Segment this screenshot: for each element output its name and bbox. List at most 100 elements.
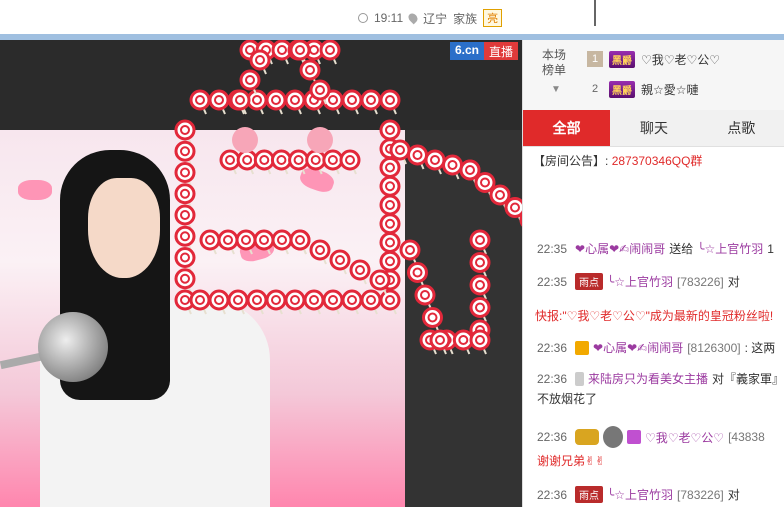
room-notice: 【房间公告】: 287370346QQ群 <box>533 152 702 169</box>
message-text: 对 <box>727 275 740 289</box>
tab-all[interactable]: 全部 <box>523 110 611 146</box>
message-user[interactable]: ╰☆上官竹羽 <box>607 486 673 503</box>
rank-board: 本场 榜单 ▼ 1 黑爵 ♡我♡老♡公♡ 2 黑爵 親☆愛☆嗹 <box>523 40 784 111</box>
rank-number: 2 <box>591 83 599 95</box>
crown-icon <box>575 429 600 445</box>
wall-bow-decoration <box>297 164 337 196</box>
message-user[interactable]: ♡我♡老♡公♡ <box>645 429 724 446</box>
lollipop-icon <box>208 89 230 115</box>
chat-message: 22:35 雨点 ╰☆上官竹羽 [783226] 对 <box>537 273 740 290</box>
message-time: 22:35 <box>537 241 568 256</box>
chat-message: 不放烟花了 <box>537 390 597 407</box>
chat-tabs: 全部 聊天 点歌 <box>523 110 784 147</box>
rank-user[interactable]: 親☆愛☆嗹 <box>641 81 699 98</box>
message-text: 不放烟花了 <box>537 392 598 406</box>
lollipop-icon <box>379 89 401 115</box>
lollipop-icon <box>265 89 287 115</box>
chat-panel: 本场 榜单 ▼ 1 黑爵 ♡我♡老♡公♡ 2 黑爵 親☆愛☆嗹 全部 聊天 点歌… <box>522 40 784 507</box>
chat-message: 22:35 ❤心属❤✍闹闹哥 送给 ╰☆上官竹羽 1 <box>537 240 774 257</box>
rank-title-line: 本场 <box>541 48 566 62</box>
message-user[interactable]: ❤心属❤✍闹闹哥 <box>575 240 665 257</box>
lollipop-icon <box>360 89 382 115</box>
message-user[interactable]: ╰☆上官竹羽 <box>607 273 673 290</box>
message-uid: [43838 <box>728 430 765 444</box>
curtain <box>405 130 522 507</box>
message-uid: [8126300] <box>687 340 741 355</box>
lollipop-icon <box>309 79 331 105</box>
room-time: 19:11 <box>374 11 404 25</box>
chat-message: 快报:"♡我♡老♡公♡"成为最新的皇冠粉丝啦! <box>535 307 773 324</box>
rank-user[interactable]: ♡我♡老♡公♡ <box>641 51 720 68</box>
logo-live: 直播 <box>483 42 518 60</box>
status-strip: 19:11 辽宁 家族 亮 <box>0 0 784 34</box>
notice-label: 【房间公告】: <box>533 154 609 168</box>
message-text: 谢谢兄弟✌✌ <box>537 454 606 468</box>
message-extra: 1 <box>767 241 774 256</box>
lollipop-icon <box>319 40 341 65</box>
message-user[interactable]: ❤心属❤✍闹闹哥 <box>593 339 683 356</box>
lollipop-icon <box>227 89 249 115</box>
tab-chat[interactable]: 聊天 <box>610 110 697 146</box>
notice-value: 287370346QQ群 <box>611 154 703 168</box>
clock-icon <box>358 13 368 23</box>
chevron-down-icon[interactable]: ▼ <box>551 84 561 95</box>
lollipop-icon <box>229 89 251 115</box>
lollipop-icon <box>189 89 211 115</box>
message-uid: [783226] <box>677 487 724 502</box>
message-target[interactable]: ╰☆上官竹羽 <box>697 240 763 257</box>
video-player[interactable]: 6.cn 直播 <box>0 40 522 507</box>
message-uid: [783226] <box>677 274 724 289</box>
quick-report: 快报:"♡我♡老♡公♡"成为最新的皇冠粉丝啦! <box>535 309 774 323</box>
message-time: 22:36 <box>537 487 568 502</box>
lollipop-icon <box>239 69 261 95</box>
lollipop-icon <box>289 40 311 65</box>
lollipop-icon <box>303 89 325 115</box>
star-icon <box>575 340 590 355</box>
wall-bow-decoration <box>237 235 277 265</box>
message-time: 22:36 <box>537 340 568 355</box>
message-time: 22:36 <box>537 371 568 386</box>
family-badge[interactable]: 亮 <box>483 9 503 27</box>
site-logo[interactable]: 6.cn 直播 <box>449 42 518 60</box>
lollipop-icon <box>299 59 321 85</box>
phone-icon <box>575 371 585 386</box>
message-text: 对 <box>727 488 740 502</box>
chat-message: 22:36 雨点 ╰☆上官竹羽 [783226] 对 <box>537 486 740 503</box>
message-action: 送给 <box>669 242 694 256</box>
rank-row[interactable]: 2 黑爵 親☆愛☆嗹 <box>587 78 699 100</box>
vip-badge: 黑爵 <box>609 50 635 68</box>
lollipop-icon <box>287 40 309 65</box>
lollipop-icon <box>322 89 344 115</box>
video-frame <box>0 130 405 507</box>
vip-badge: 黑爵 <box>609 80 635 98</box>
lollipop-icon <box>303 40 325 65</box>
room-meta: 19:11 辽宁 家族 亮 <box>358 9 503 27</box>
divider <box>594 0 596 26</box>
streamer-face <box>88 178 160 278</box>
level-badge: 雨点 <box>575 273 604 290</box>
chat-message: 22:36 ♡我♡老♡公♡ [43838 <box>537 426 765 448</box>
logo-primary: 6.cn <box>449 42 484 60</box>
wall-bow-decoration <box>18 180 52 200</box>
vip-icon <box>627 430 642 444</box>
message-text: 对『義家軍』 <box>712 372 784 386</box>
rank-title-line: 榜单 <box>541 63 566 77</box>
message-time: 22:36 <box>537 430 568 444</box>
guard-shield-icon <box>603 426 624 448</box>
tab-song-request[interactable]: 点歌 <box>698 110 784 146</box>
lollipop-icon <box>239 40 261 65</box>
location-pin-icon <box>406 11 420 25</box>
message-user[interactable]: 来陆房只为看美女主播 <box>588 370 708 387</box>
family-label: 家族 <box>453 11 478 26</box>
message-text: : 这两 <box>744 341 776 355</box>
rank-number: 1 <box>587 51 603 67</box>
lollipop-icon <box>249 49 271 75</box>
chat-message: 谢谢兄弟✌✌ <box>537 452 605 469</box>
rank-row[interactable]: 1 黑爵 ♡我♡老♡公♡ <box>587 48 720 70</box>
lollipop-icon <box>284 89 306 115</box>
chat-message: 22:36 ❤心属❤✍闹闹哥 [8126300] : 这两 <box>537 339 775 356</box>
lollipop-icon <box>341 89 363 115</box>
room-location: 辽宁 <box>423 11 448 26</box>
lollipop-icon <box>271 40 293 65</box>
rank-title: 本场 榜单 <box>533 48 575 78</box>
